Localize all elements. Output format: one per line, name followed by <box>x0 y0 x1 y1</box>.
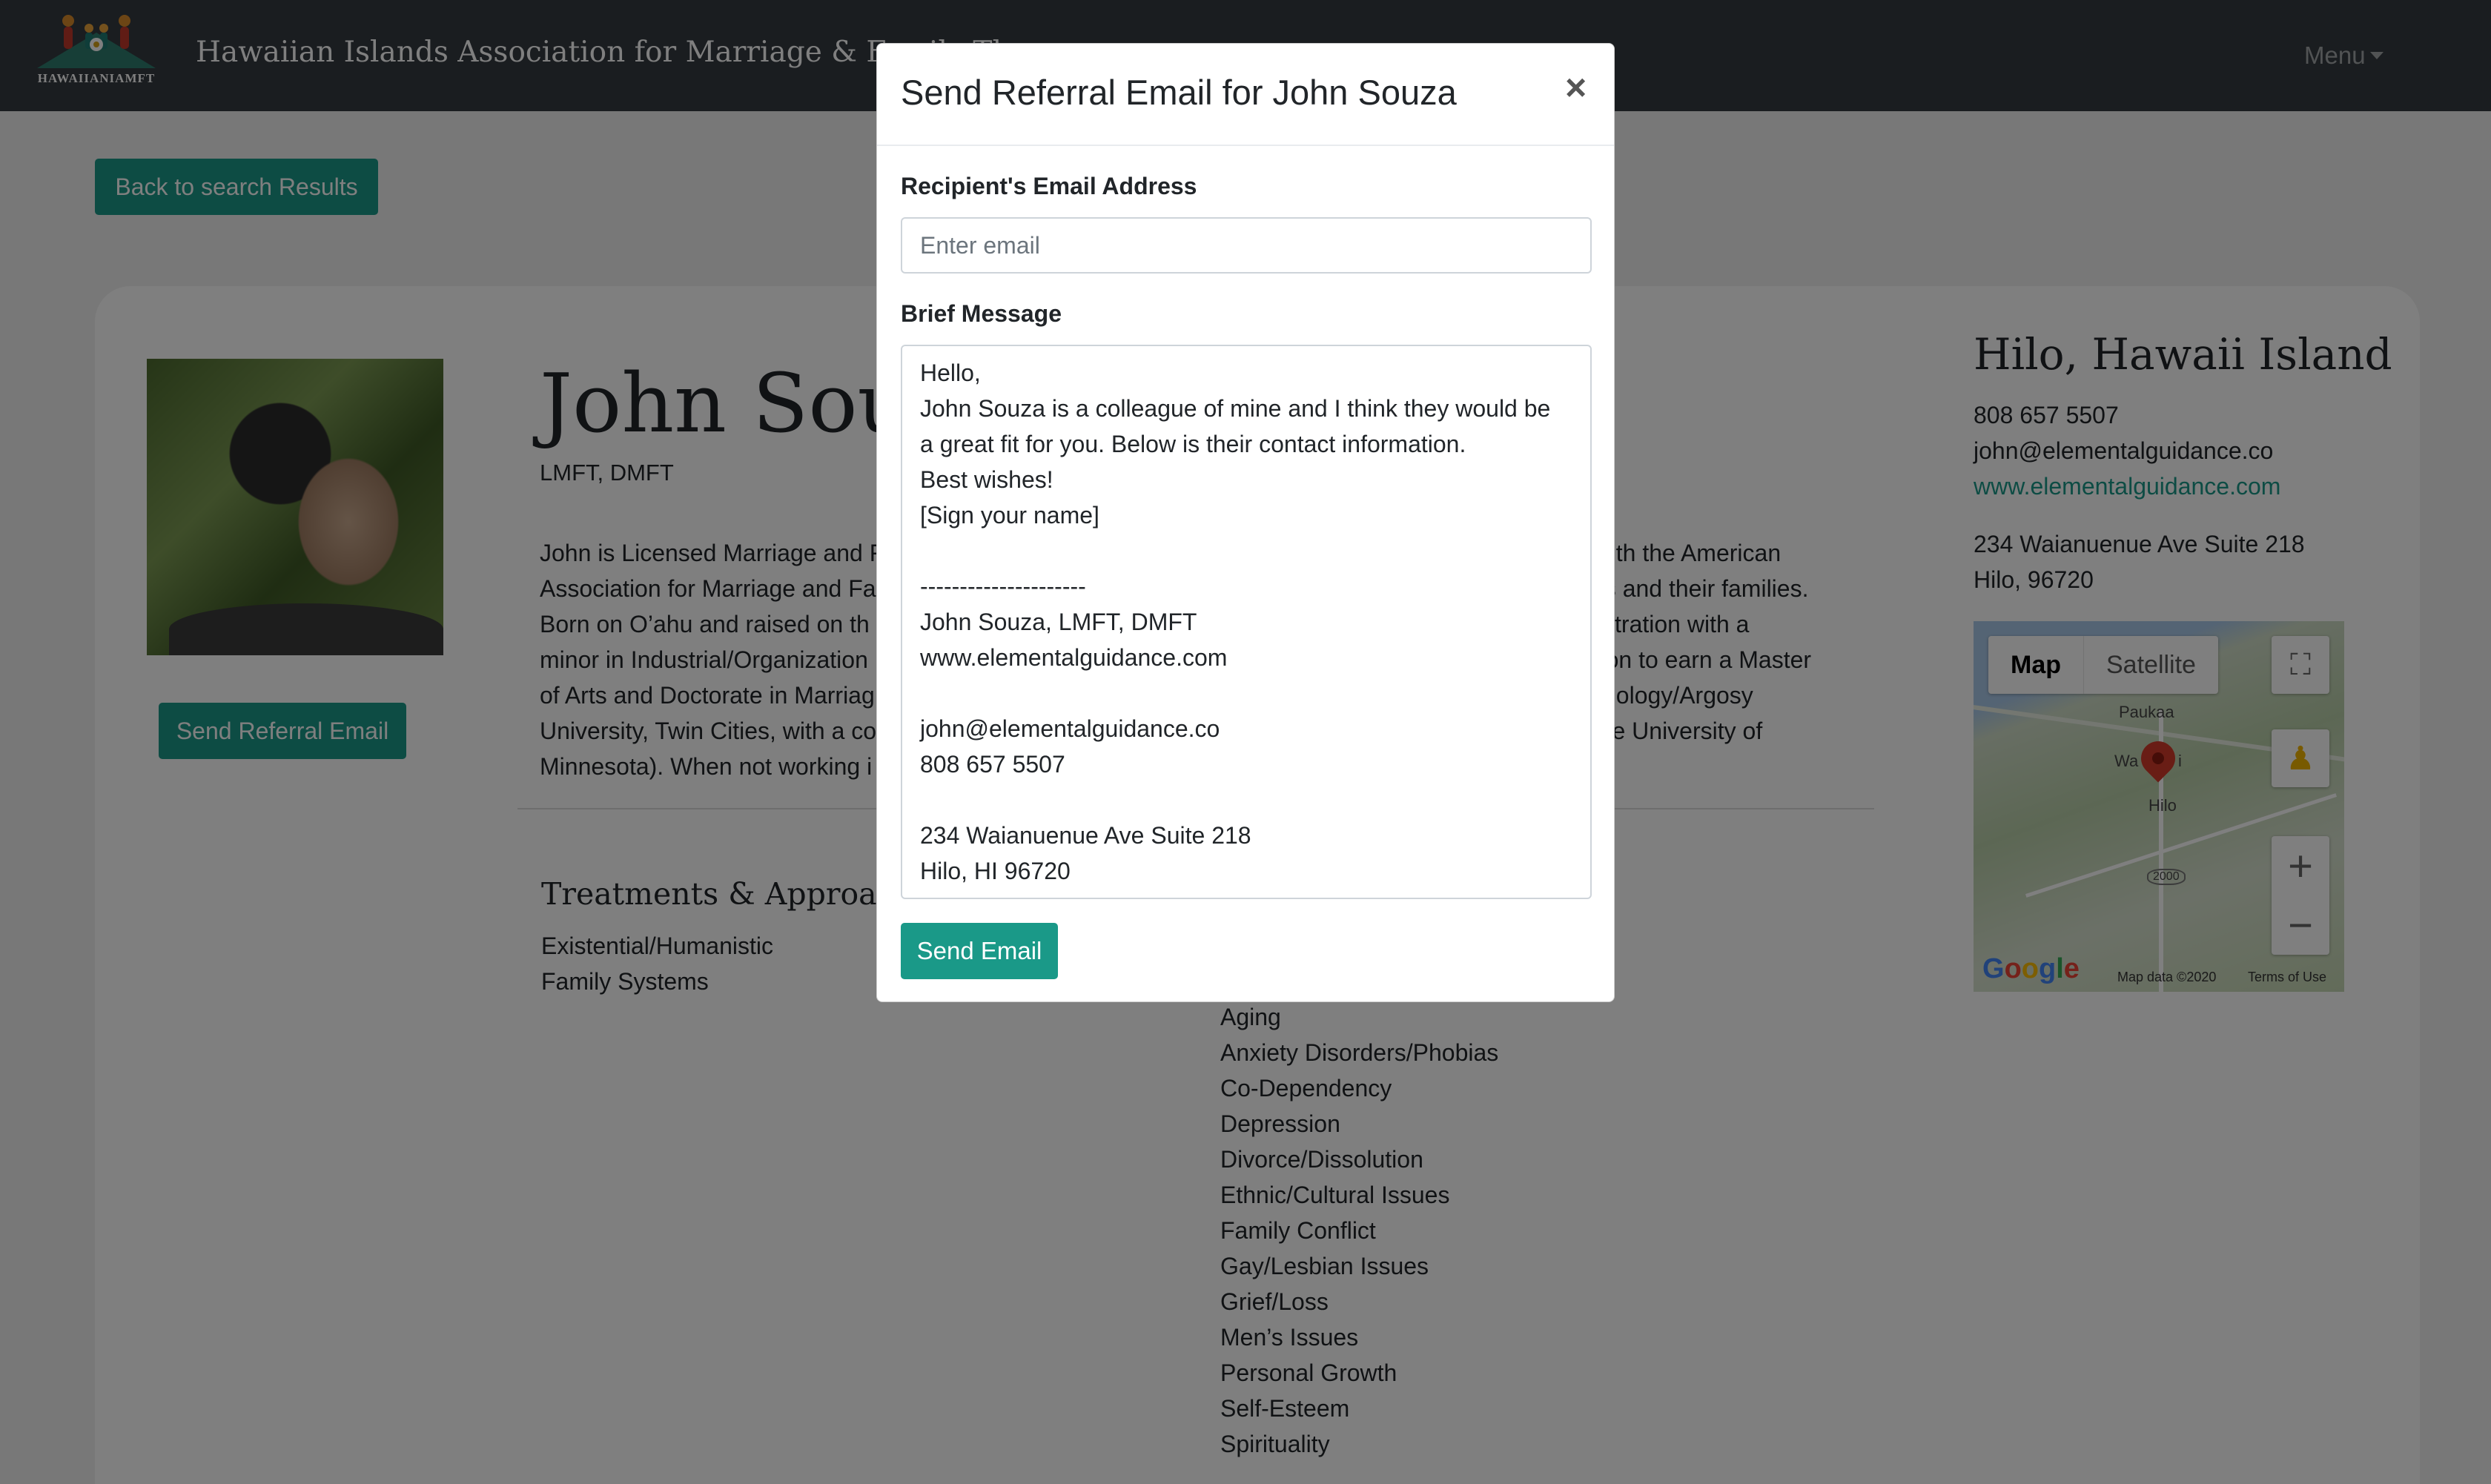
modal-title: Send Referral Email for John Souza <box>901 73 1457 112</box>
referral-email-modal: Send Referral Email for John Souza × Rec… <box>876 43 1615 1002</box>
recipient-email-label: Recipient's Email Address <box>901 173 1197 199</box>
recipient-email-input[interactable] <box>901 217 1592 274</box>
brief-message-textarea[interactable]: Hello, John Souza is a colleague of mine… <box>901 345 1592 899</box>
close-icon[interactable]: × <box>1565 69 1587 106</box>
modal-header-divider <box>877 145 1614 146</box>
brief-message-label: Brief Message <box>901 300 1062 327</box>
send-email-button[interactable]: Send Email <box>901 923 1058 979</box>
